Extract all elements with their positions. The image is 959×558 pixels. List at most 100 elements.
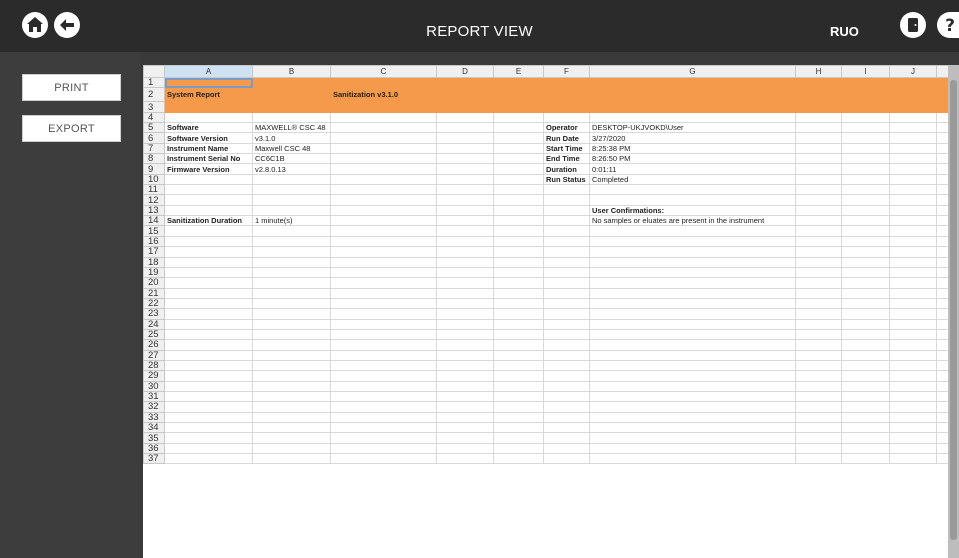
cell[interactable]: [164, 349, 253, 361]
row-header[interactable]: 4: [143, 111, 165, 124]
cell[interactable]: [841, 359, 890, 372]
cell[interactable]: [841, 122, 890, 134]
cell[interactable]: [330, 122, 437, 134]
cell[interactable]: [841, 297, 890, 310]
cell[interactable]: [795, 256, 842, 268]
cell[interactable]: [795, 194, 842, 206]
cell[interactable]: [164, 390, 253, 403]
cell[interactable]: [252, 349, 331, 361]
cell[interactable]: [936, 266, 948, 279]
cell[interactable]: [543, 411, 590, 424]
cell[interactable]: [841, 401, 890, 413]
cell[interactable]: [936, 421, 948, 434]
cell[interactable]: [589, 256, 796, 268]
cell[interactable]: [436, 266, 494, 279]
row-header[interactable]: 2: [143, 87, 165, 103]
cell[interactable]: [436, 173, 494, 186]
cell[interactable]: [795, 153, 842, 165]
cell[interactable]: [436, 401, 494, 413]
row-header[interactable]: 1: [143, 76, 165, 89]
cell[interactable]: [164, 370, 253, 382]
cell[interactable]: [936, 328, 948, 341]
field-label[interactable]: End Time: [543, 153, 590, 165]
row-header[interactable]: 5: [143, 122, 165, 134]
cell[interactable]: [889, 142, 937, 155]
cell[interactable]: [841, 328, 890, 341]
cell[interactable]: [841, 339, 890, 351]
cell[interactable]: [330, 235, 437, 248]
cell[interactable]: [493, 246, 544, 258]
cell[interactable]: [164, 339, 253, 351]
cell[interactable]: [589, 287, 796, 299]
cell[interactable]: [841, 442, 890, 455]
column-header[interactable]: B: [252, 65, 331, 78]
field-label[interactable]: Run Status: [543, 173, 590, 186]
cell[interactable]: [889, 194, 937, 206]
row-header[interactable]: 22: [143, 297, 165, 310]
row-header[interactable]: 26: [143, 339, 165, 351]
cell[interactable]: [493, 225, 544, 237]
field-value[interactable]: Completed: [589, 173, 796, 186]
cell[interactable]: [889, 453, 937, 465]
cell[interactable]: [936, 194, 948, 206]
cell[interactable]: [330, 411, 437, 424]
cell[interactable]: [889, 256, 937, 268]
cell[interactable]: [795, 142, 842, 155]
cell[interactable]: [543, 380, 590, 392]
cell[interactable]: [841, 184, 890, 196]
cell[interactable]: [164, 328, 253, 341]
cell[interactable]: [936, 204, 948, 217]
cell[interactable]: [330, 225, 437, 237]
cell[interactable]: [436, 246, 494, 258]
column-header[interactable]: J: [889, 65, 937, 78]
cell[interactable]: [330, 246, 437, 258]
cell[interactable]: [841, 318, 890, 330]
cell[interactable]: [889, 132, 937, 144]
cell[interactable]: [936, 453, 948, 465]
cell[interactable]: [436, 370, 494, 382]
cell[interactable]: [330, 76, 437, 89]
cell[interactable]: [841, 287, 890, 299]
cell[interactable]: [936, 225, 948, 237]
cell[interactable]: [795, 318, 842, 330]
row-header[interactable]: 17: [143, 246, 165, 258]
cell[interactable]: [543, 453, 590, 465]
cell[interactable]: [252, 76, 331, 89]
cell[interactable]: [589, 411, 796, 424]
cell[interactable]: [589, 339, 796, 351]
cell[interactable]: [493, 308, 544, 320]
cell[interactable]: [330, 370, 437, 382]
cell[interactable]: [936, 297, 948, 310]
cell[interactable]: [330, 318, 437, 330]
column-header[interactable]: D: [436, 65, 494, 78]
cell[interactable]: [330, 256, 437, 268]
cell[interactable]: [164, 225, 253, 237]
cell[interactable]: [493, 256, 544, 268]
cell[interactable]: [889, 411, 937, 424]
cell[interactable]: [889, 380, 937, 392]
cell[interactable]: [889, 235, 937, 248]
cell[interactable]: [330, 339, 437, 351]
cell[interactable]: [889, 359, 937, 372]
cell[interactable]: [493, 453, 544, 465]
cell[interactable]: [936, 87, 948, 103]
cell[interactable]: [795, 163, 842, 175]
cell[interactable]: [841, 153, 890, 165]
cell[interactable]: [330, 101, 437, 113]
cell[interactable]: [795, 111, 842, 124]
cell[interactable]: [543, 318, 590, 330]
cell[interactable]: [543, 328, 590, 341]
cell[interactable]: [436, 380, 494, 392]
cell[interactable]: [436, 411, 494, 424]
cell[interactable]: [436, 339, 494, 351]
cell[interactable]: [841, 173, 890, 186]
field-value[interactable]: Maxwell CSC 48: [252, 142, 331, 155]
cell[interactable]: [795, 380, 842, 392]
cell[interactable]: [841, 246, 890, 258]
cell[interactable]: [795, 339, 842, 351]
cell[interactable]: [795, 432, 842, 444]
cell[interactable]: [164, 266, 253, 279]
cell[interactable]: [841, 142, 890, 155]
cell[interactable]: [543, 421, 590, 434]
cell[interactable]: [330, 442, 437, 455]
